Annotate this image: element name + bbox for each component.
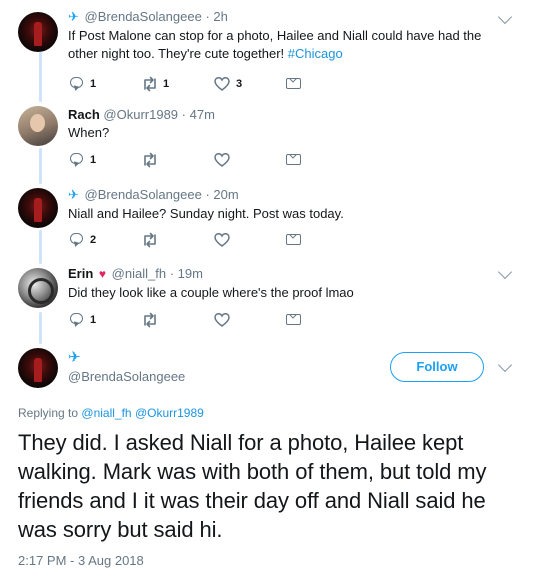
separator-dot: · — [169, 266, 175, 281]
airplane-emoji-icon: ✈ — [68, 187, 79, 202]
follow-button[interactable]: Follow — [390, 352, 484, 382]
tweet-text: Niall and Hailee? Sunday night. Post was… — [68, 206, 344, 221]
tweet-header: ✈ @BrendaSolangeee · 20m — [68, 187, 239, 203]
avatar[interactable] — [18, 12, 58, 52]
airplane-emoji-icon: ✈ — [68, 349, 81, 366]
heart-emoji-icon: ♥ — [98, 267, 107, 281]
tweet-text: When? — [68, 125, 110, 140]
replying-to: Replying to @niall_fh @Okurr1989 — [18, 406, 204, 420]
tweet-timestamp[interactable]: 2:17 PM - 3 Aug 2018 — [18, 553, 144, 568]
reply-icon — [70, 233, 83, 244]
tweet-header: Erin ♥ @niall_fh · 19m — [68, 266, 203, 281]
tweet-header: Rach @Okurr1989 · 47m — [68, 107, 215, 122]
tweet-time[interactable]: 2h — [213, 9, 227, 24]
retweet-icon — [144, 232, 156, 248]
thread-line — [39, 52, 42, 102]
avatar[interactable] — [18, 268, 58, 308]
tweet-display-name[interactable]: Erin — [68, 266, 93, 281]
main-tweet-text: They did. I asked Niall for a photo, Hai… — [18, 430, 487, 542]
retweet-icon — [144, 76, 156, 92]
avatar[interactable] — [18, 348, 58, 388]
tweet-display-name[interactable]: Rach — [68, 107, 100, 122]
envelope-icon — [286, 314, 301, 325]
hashtag-link[interactable]: #Chicago — [288, 46, 343, 61]
tweet-time[interactable]: 20m — [213, 187, 238, 202]
separator-dot: · — [205, 9, 210, 24]
tweet-handle[interactable]: @BrendaSolangeee — [85, 9, 202, 24]
tweet-handle[interactable]: @Okurr1989 — [103, 107, 178, 122]
reply-icon — [70, 77, 83, 88]
reply-count: 1 — [90, 154, 97, 166]
thread-line — [39, 230, 42, 264]
chevron-down-icon[interactable] — [497, 9, 513, 25]
thread-line — [39, 148, 42, 184]
separator-dot: · — [205, 187, 210, 202]
mention-link[interactable]: @niall_fh — [81, 406, 131, 420]
main-tweet-handle[interactable]: @BrendaSolangeee — [68, 369, 185, 384]
chevron-down-icon[interactable] — [497, 264, 513, 280]
envelope-icon — [286, 154, 301, 165]
reply-icon — [70, 313, 83, 324]
tweet-handle[interactable]: @BrendaSolangeee — [85, 187, 202, 202]
reply-icon — [70, 153, 83, 164]
heart-icon — [214, 77, 230, 91]
envelope-icon — [286, 78, 301, 89]
reply-count: 1 — [90, 314, 97, 326]
mention-link[interactable]: @Okurr1989 — [135, 406, 204, 420]
tweet-text: Did they look like a couple where's the … — [68, 285, 354, 300]
airplane-emoji-icon: ✈ — [68, 9, 79, 24]
tweet-header: ✈ @BrendaSolangeee · 2h — [68, 9, 228, 25]
tweet-handle[interactable]: @niall_fh — [112, 266, 166, 281]
avatar[interactable] — [18, 106, 58, 146]
tweet-text: If Post Malone can stop for a photo, Hai… — [68, 27, 508, 63]
tweet-time[interactable]: 47m — [190, 107, 215, 122]
tweet-time[interactable]: 19m — [178, 266, 203, 281]
chevron-down-icon[interactable] — [497, 357, 513, 373]
retweet-icon — [144, 312, 156, 328]
replying-to-label: Replying to — [18, 406, 79, 420]
retweet-count: 1 — [163, 78, 170, 90]
heart-icon — [214, 233, 230, 247]
avatar[interactable] — [18, 188, 58, 228]
reply-count: 1 — [90, 78, 97, 90]
heart-icon — [214, 313, 230, 327]
thread-line — [39, 312, 42, 344]
envelope-icon — [286, 234, 301, 245]
like-count: 3 — [236, 78, 243, 90]
heart-icon — [214, 153, 230, 167]
tweet-text-body: If Post Malone can stop for a photo, Hai… — [68, 28, 482, 61]
retweet-icon — [144, 152, 156, 168]
separator-dot: · — [181, 107, 187, 122]
main-tweet-header: ✈ — [68, 348, 83, 366]
reply-count: 2 — [90, 234, 97, 246]
